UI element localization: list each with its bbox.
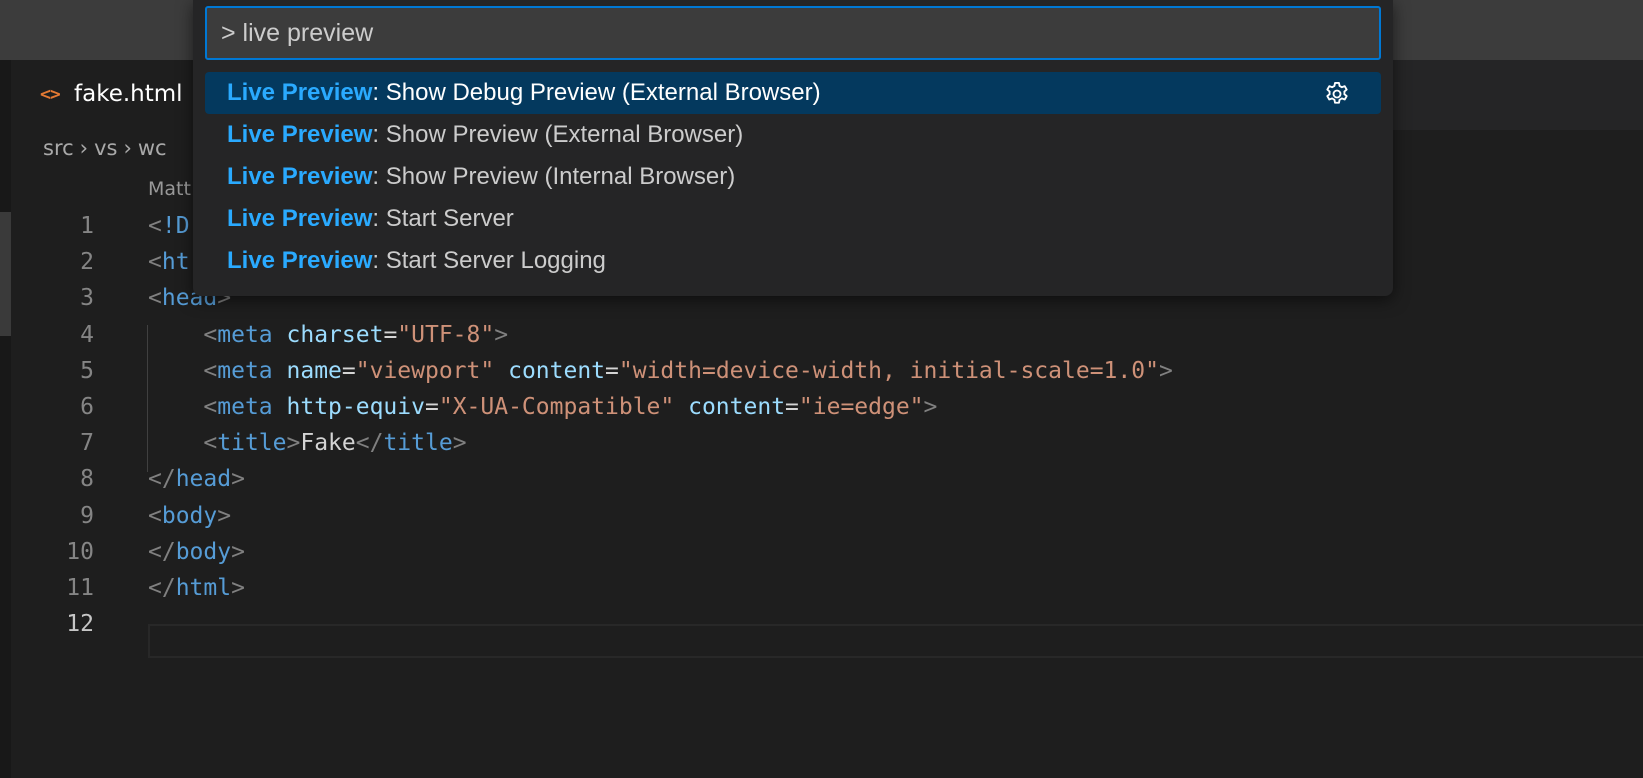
command-item-show-preview-external[interactable]: Live Preview: Show Preview (External Bro…	[205, 114, 1381, 156]
code-text: </html>	[148, 575, 245, 601]
command-label: : Start Server	[372, 205, 514, 232]
line-number: 1	[80, 213, 94, 239]
tab-label: fake.html	[74, 81, 183, 107]
code-text: <body>	[148, 502, 232, 529]
command-label: : Show Preview (External Browser)	[372, 121, 744, 148]
code-text: </head>	[148, 466, 245, 493]
breadcrumb-item[interactable]: wc	[138, 136, 167, 160]
html-file-icon: <>	[40, 84, 61, 105]
line-number: 8	[80, 466, 94, 493]
command-palette: Live Preview: Show Debug Preview (Extern…	[193, 0, 1393, 296]
command-label: : Show Preview (Internal Browser)	[372, 163, 736, 190]
line-number: 4	[80, 321, 94, 348]
command-label: : Start Server Logging	[372, 247, 606, 274]
code-text: <title>Fake</title>	[203, 430, 467, 457]
code-line[interactable]: 8 </head>	[0, 460, 1643, 498]
code-line[interactable]: 6 <meta http-equiv="X-UA-Compatible" con…	[0, 388, 1643, 426]
code-text: <meta http-equiv="X-UA-Compatible" conte…	[203, 394, 938, 420]
code-text: </body>	[148, 538, 245, 565]
code-text: <ht	[148, 249, 190, 276]
line-number: 10	[66, 538, 94, 565]
line-number: 5	[80, 357, 94, 384]
match-highlight: Live Preview	[227, 247, 373, 274]
code-line[interactable]: 5 <meta name="viewport" content="width=d…	[0, 352, 1643, 390]
line-number: 2	[80, 249, 94, 276]
line-number: 12	[66, 611, 94, 638]
match-highlight: Live Preview	[227, 205, 373, 232]
line-number: 3	[80, 285, 94, 312]
match-highlight: Live Preview	[227, 121, 373, 148]
code-line[interactable]: 10 </body>	[0, 533, 1643, 571]
breadcrumb-item[interactable]: src	[43, 136, 74, 160]
code-line[interactable]: 11 </html>	[0, 569, 1643, 607]
command-item-start-server-logging[interactable]: Live Preview: Start Server Logging	[205, 240, 1381, 282]
gear-icon[interactable]	[1323, 80, 1351, 108]
breadcrumb: src › vs › wc	[43, 136, 167, 160]
chevron-right-icon: ›	[123, 136, 132, 160]
line-number: 9	[80, 502, 94, 529]
command-item-show-preview-internal[interactable]: Live Preview: Show Preview (Internal Bro…	[205, 156, 1381, 198]
code-line[interactable]: 4 <meta charset="UTF-8">	[0, 316, 1643, 354]
code-text: <!D	[148, 213, 190, 239]
chevron-right-icon: ›	[79, 136, 89, 160]
code-text: <meta name="viewport" content="width=dev…	[203, 357, 1173, 384]
code-line[interactable]: 9 <body>	[0, 497, 1643, 535]
command-palette-input[interactable]	[205, 6, 1381, 60]
code-line[interactable]: 7 <title>Fake</title>	[0, 424, 1643, 462]
breadcrumb-item[interactable]: vs	[94, 136, 117, 160]
code-line[interactable]: 12	[0, 605, 1643, 643]
match-highlight: Live Preview	[227, 79, 373, 106]
line-number: 7	[80, 430, 94, 457]
line-number: 6	[80, 394, 94, 420]
codelens[interactable]: Matt	[148, 178, 191, 200]
line-number: 11	[66, 575, 94, 601]
command-item-start-server[interactable]: Live Preview: Start Server	[205, 198, 1381, 240]
command-item-show-debug-preview[interactable]: Live Preview: Show Debug Preview (Extern…	[205, 72, 1381, 114]
code-text: <meta charset="UTF-8">	[203, 321, 509, 348]
tab-fake-html[interactable]: <> fake.html	[11, 60, 203, 130]
command-label: : Show Debug Preview (External Browser)	[372, 79, 821, 106]
match-highlight: Live Preview	[227, 163, 373, 190]
